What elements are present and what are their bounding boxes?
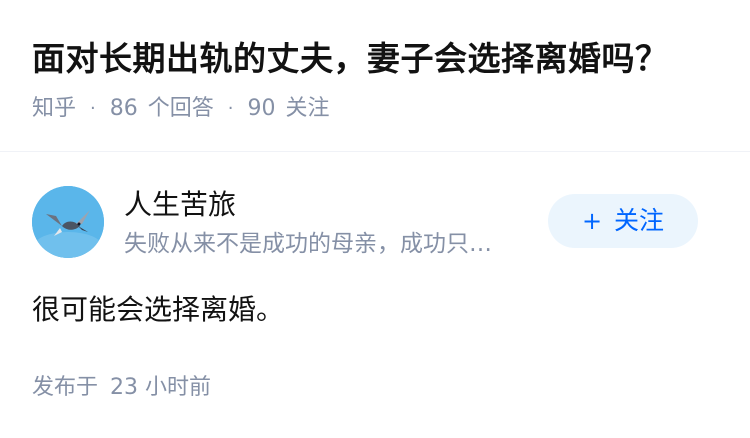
follow-button-label: 关注 — [614, 206, 665, 235]
answer-count-label: 个回答 — [147, 96, 214, 121]
site-name[interactable]: 知乎 — [32, 93, 76, 125]
meta-separator: · — [227, 98, 234, 119]
answer-count: 86 — [109, 96, 138, 121]
section-divider — [0, 151, 750, 152]
follower-count: 90 — [247, 96, 276, 121]
answer-time-prefix: 发布于 — [32, 375, 99, 400]
plus-icon: + — [581, 207, 603, 235]
answer-content[interactable]: 很可能会选择离婚。 — [32, 290, 284, 330]
follower-count-label: 关注 — [285, 96, 330, 121]
follow-button[interactable]: + 关注 — [548, 194, 698, 248]
author-card: 人生苦旅 失败从来不是成功的母亲，成功只… + 关注 — [32, 186, 718, 258]
bird-avatar-icon[interactable] — [32, 186, 104, 258]
avatar-image — [32, 186, 104, 258]
question-title[interactable]: 面对长期出轨的丈夫，妻子会选择离婚吗？ — [32, 35, 669, 83]
question-meta: 知乎 · 86 个回答 · 90 关注 — [32, 93, 330, 125]
author-name[interactable]: 人生苦旅 — [124, 186, 236, 224]
answer-time-value: 23 小时前 — [110, 375, 212, 400]
meta-separator: · — [90, 98, 96, 119]
author-bio: 失败从来不是成功的母亲，成功只… — [124, 231, 492, 257]
answer-time: 发布于 23 小时前 — [32, 372, 211, 404]
